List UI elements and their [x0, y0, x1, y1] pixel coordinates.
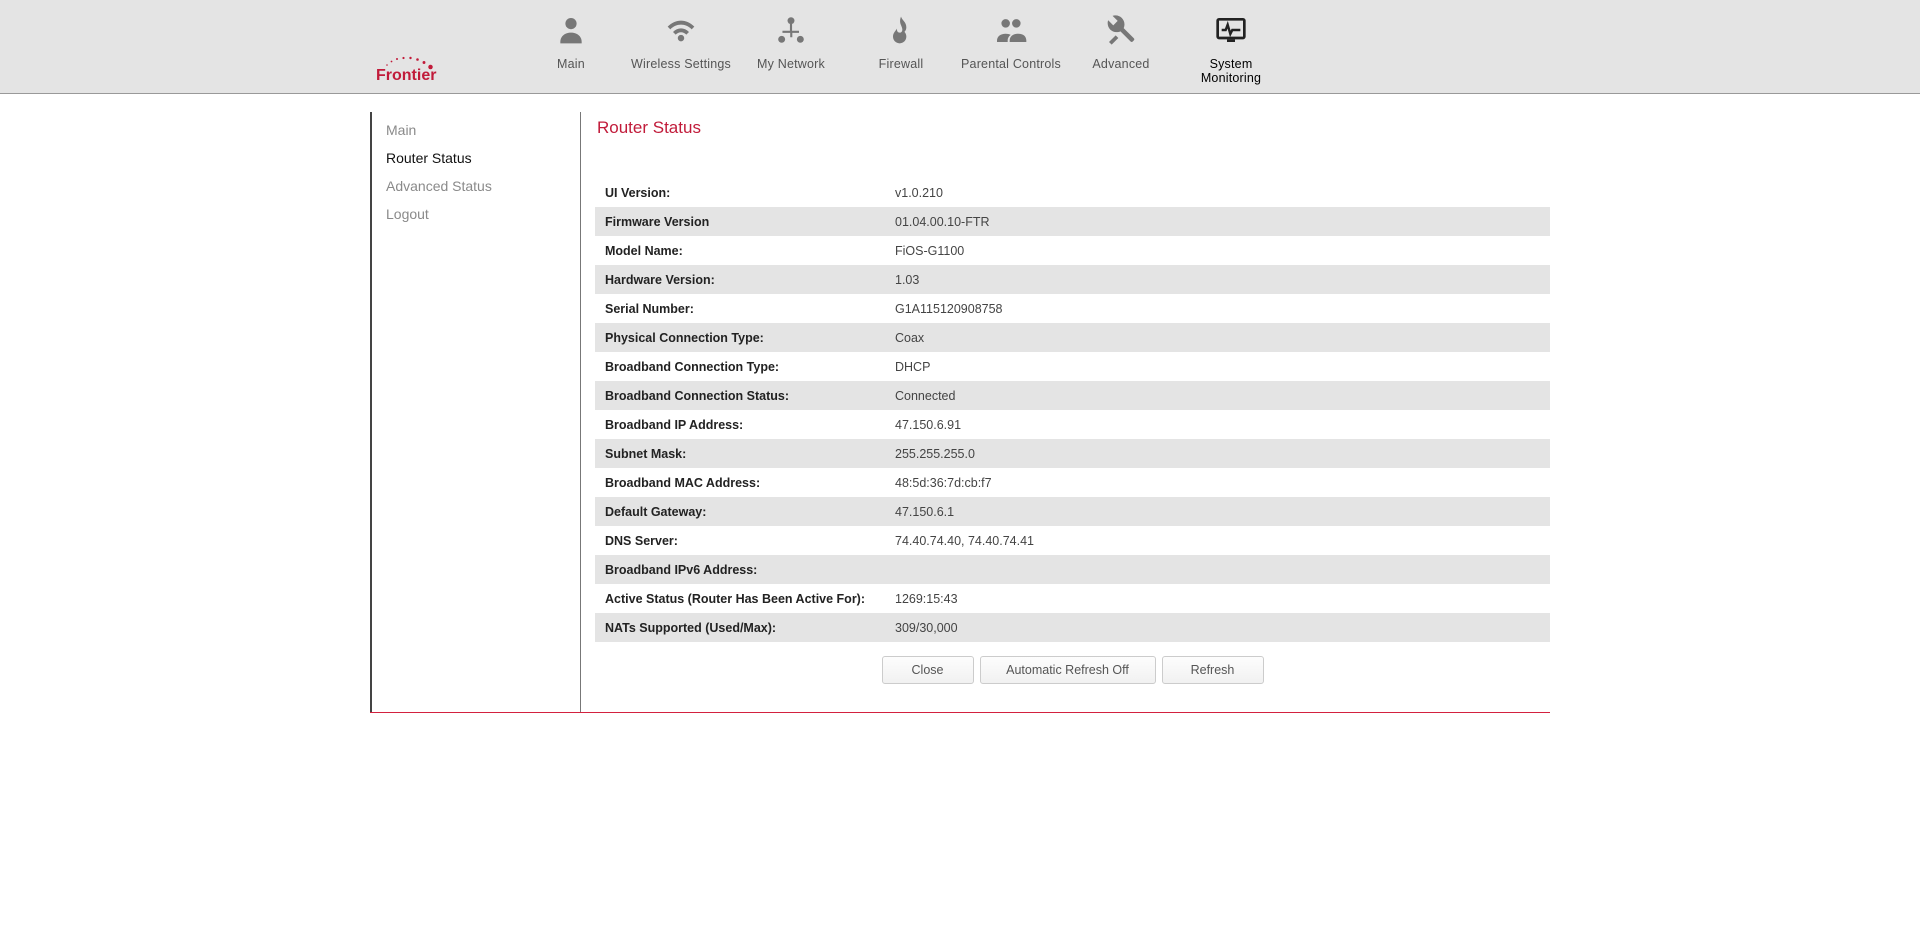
sidebar-item-router-status[interactable]: Router Status [386, 144, 580, 172]
status-row: Physical Connection Type:Coax [595, 323, 1550, 352]
network-icon [775, 14, 807, 49]
status-value: 1269:15:43 [885, 584, 1550, 613]
nav-label: My Network [757, 57, 825, 71]
status-row: Broadband Connection Status:Connected [595, 381, 1550, 410]
footer-divider [370, 712, 1550, 713]
status-value: 01.04.00.10-FTR [885, 207, 1550, 236]
status-label: Broadband MAC Address: [595, 468, 885, 497]
content: Router Status UI Version:v1.0.210Firmwar… [580, 112, 1550, 712]
status-value: v1.0.210 [885, 178, 1550, 207]
close-button[interactable]: Close [882, 656, 974, 684]
refresh-button[interactable]: Refresh [1162, 656, 1264, 684]
wifi-icon [665, 14, 697, 49]
status-row: Model Name:FiOS-G1100 [595, 236, 1550, 265]
nav-advanced[interactable]: Advanced [1070, 10, 1172, 85]
status-row: NATs Supported (Used/Max):309/30,000 [595, 613, 1550, 642]
status-row: UI Version:v1.0.210 [595, 178, 1550, 207]
sidebar-item-advanced-status[interactable]: Advanced Status [386, 172, 580, 200]
nav-main[interactable]: Main [520, 10, 622, 85]
user-icon [555, 14, 587, 49]
auto-refresh-button[interactable]: Automatic Refresh Off [980, 656, 1156, 684]
status-row: Broadband IPv6 Address: [595, 555, 1550, 584]
status-value: 255.255.255.0 [885, 439, 1550, 468]
status-row: Default Gateway:47.150.6.1 [595, 497, 1550, 526]
status-label: Broadband IPv6 Address: [595, 555, 885, 584]
status-value: 1.03 [885, 265, 1550, 294]
status-label: Serial Number: [595, 294, 885, 323]
nav-label: Parental Controls [961, 57, 1061, 71]
status-label: Broadband IP Address: [595, 410, 885, 439]
nav-label: Advanced [1092, 57, 1149, 71]
nav-firewall[interactable]: Firewall [850, 10, 952, 85]
status-label: Hardware Version: [595, 265, 885, 294]
sidebar: Main Router Status Advanced Status Logou… [370, 112, 580, 712]
nav-wireless-settings[interactable]: Wireless Settings [630, 10, 732, 85]
people-icon [995, 14, 1027, 49]
button-row: Close Automatic Refresh Off Refresh [595, 656, 1550, 684]
status-label: Broadband Connection Type: [595, 352, 885, 381]
status-label: UI Version: [595, 178, 885, 207]
status-label: Subnet Mask: [595, 439, 885, 468]
status-value: 47.150.6.91 [885, 410, 1550, 439]
status-row: DNS Server:74.40.74.40, 74.40.74.41 [595, 526, 1550, 555]
sidebar-item-main[interactable]: Main [386, 116, 580, 144]
status-value [885, 555, 1550, 584]
status-value: Coax [885, 323, 1550, 352]
nav-label: Wireless Settings [631, 57, 731, 71]
nav-label: System Monitoring [1180, 57, 1282, 85]
sidebar-item-logout[interactable]: Logout [386, 200, 580, 228]
nav-label: Main [557, 57, 585, 71]
nav-my-network[interactable]: My Network [740, 10, 842, 85]
status-label: Firmware Version [595, 207, 885, 236]
status-value: FiOS-G1100 [885, 236, 1550, 265]
status-label: Active Status (Router Has Been Active Fo… [595, 584, 885, 613]
fire-icon [885, 14, 917, 49]
page-title: Router Status [597, 118, 1550, 138]
monitor-icon [1215, 14, 1247, 49]
brand-logo: Frontier [370, 55, 510, 85]
status-value: DHCP [885, 352, 1550, 381]
status-value: 48:5d:36:7d:cb:f7 [885, 468, 1550, 497]
status-value: Connected [885, 381, 1550, 410]
nav-label: Firewall [879, 57, 924, 71]
main-nav: Main Wireless Settings My Network Firewa… [520, 10, 1282, 85]
nav-parental-controls[interactable]: Parental Controls [960, 10, 1062, 85]
status-value: 309/30,000 [885, 613, 1550, 642]
status-row: Subnet Mask:255.255.255.0 [595, 439, 1550, 468]
status-row: Broadband IP Address:47.150.6.91 [595, 410, 1550, 439]
status-row: Active Status (Router Has Been Active Fo… [595, 584, 1550, 613]
status-label: Physical Connection Type: [595, 323, 885, 352]
status-label: Broadband Connection Status: [595, 381, 885, 410]
nav-system-monitoring[interactable]: System Monitoring [1180, 10, 1282, 85]
top-bar: Frontier Main Wireless Settings My N [0, 0, 1920, 94]
status-row: Hardware Version:1.03 [595, 265, 1550, 294]
status-value: 47.150.6.1 [885, 497, 1550, 526]
status-row: Broadband MAC Address:48:5d:36:7d:cb:f7 [595, 468, 1550, 497]
status-table: UI Version:v1.0.210Firmware Version01.04… [595, 178, 1550, 642]
status-label: Default Gateway: [595, 497, 885, 526]
status-value: 74.40.74.40, 74.40.74.41 [885, 526, 1550, 555]
status-value: G1A115120908758 [885, 294, 1550, 323]
status-label: DNS Server: [595, 526, 885, 555]
status-row: Firmware Version01.04.00.10-FTR [595, 207, 1550, 236]
status-row: Serial Number:G1A115120908758 [595, 294, 1550, 323]
brand-text: Frontier [376, 67, 436, 84]
status-row: Broadband Connection Type:DHCP [595, 352, 1550, 381]
tools-icon [1105, 14, 1137, 49]
status-label: Model Name: [595, 236, 885, 265]
status-label: NATs Supported (Used/Max): [595, 613, 885, 642]
